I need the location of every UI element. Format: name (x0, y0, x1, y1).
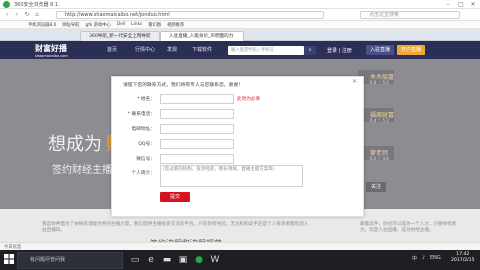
bookmark-item[interactable]: gfk 游戏中心 (86, 22, 111, 28)
url-input[interactable]: http://www.shaomaicaibo.net/jonduo.html (56, 11, 324, 19)
join-live-button[interactable]: 入驻直播 (366, 45, 394, 55)
back-icon[interactable]: ‹ (3, 11, 11, 19)
anchor-stats: 6.4 ♡ 5.2 (370, 118, 389, 123)
nav-discover[interactable]: 发现 (167, 46, 177, 53)
site-search-icon[interactable]: ⌕ (304, 46, 316, 55)
anchor-stats: 6.8 ♡ 5.6 (370, 80, 389, 85)
required-note: 此项为必填 (237, 97, 260, 102)
clock-date: 2017/2/15 (451, 258, 475, 263)
browser-logo-icon (3, 1, 10, 8)
email-label: 电邮地址： (131, 127, 155, 132)
browser-title: 360安全浏览器 8.1 (14, 2, 59, 8)
phone-field[interactable] (160, 109, 234, 119)
taskbar-search-input[interactable]: 有问题尽管问我 (17, 252, 123, 269)
hero-subline: 签约财经主播 (52, 165, 112, 176)
phone-label: * 联系电话： (127, 112, 155, 117)
site-logo[interactable]: 财富好播 shaomaicaibo.com (35, 43, 115, 58)
bookmark-item[interactable]: 视频推荐 (167, 22, 184, 28)
bookmarks-bar: 手机浏览器8.0 网址导航 gfk 游戏中心 Dell Links 看幻图 视频… (0, 21, 480, 29)
forward-icon[interactable]: › (13, 11, 21, 19)
modal-close-icon[interactable]: ✕ (352, 78, 357, 85)
hero-big-text: 想成为 (48, 134, 102, 155)
language-indicator[interactable]: ENG (430, 255, 441, 261)
modal-header: 请留下您的联系方式，我们将有专人与您联系您，谢谢！ (123, 83, 243, 88)
windows-start-icon[interactable] (4, 254, 14, 264)
open-live-button[interactable]: 开户直播 (397, 45, 425, 55)
browser-status-bar: 今日优选 (0, 242, 480, 250)
bookmark-item[interactable]: 网址导航 (62, 22, 79, 28)
edge-icon[interactable]: e (144, 252, 158, 268)
email-field[interactable] (160, 124, 234, 134)
browser-titlebar (0, 0, 480, 9)
refresh-icon[interactable]: ↻ (23, 11, 31, 19)
intro-text-left: 我是财神面为了扶植有潜能优秀的主播力量，我们提供主播投资交流的平台，只有你有经验… (42, 222, 309, 233)
maximize-icon[interactable]: □ (455, 0, 467, 9)
minimize-icon[interactable]: – (442, 0, 454, 9)
bookmark-item[interactable]: Dell (117, 22, 125, 27)
qq-field[interactable] (160, 139, 234, 149)
tab-360-nav[interactable]: 360导航_新一代安全上网导航 (80, 31, 160, 41)
wechat-field[interactable] (160, 154, 234, 164)
nav-market[interactable]: 行情中心 (135, 46, 155, 53)
volume-icon[interactable]: ♪ (422, 255, 425, 261)
site-search-input[interactable]: 输入股票代码 / 手机号 (228, 46, 304, 55)
home-icon[interactable]: ⌂ (33, 11, 41, 19)
bookmark-item[interactable]: 看幻图 (148, 22, 161, 28)
follow-button[interactable]: 关注 (366, 182, 386, 192)
word-icon[interactable]: W (208, 252, 222, 268)
site-logo-text: 财富好播 (35, 44, 67, 53)
store-icon[interactable]: ▣ (176, 252, 190, 268)
name-label: * 姓名： (137, 97, 155, 102)
intro-textarea[interactable]: (您过职的机构，投资经验，擅长领域，直播主题方案等) (160, 165, 303, 187)
anchor-stats: 6.0 ♡ 4.8 (370, 156, 389, 161)
name-field[interactable] (160, 94, 234, 104)
qq-label: QQ号： (138, 142, 155, 147)
tab-join-live[interactable]: 入驻直播_人能身价_声明面的力 (160, 31, 244, 41)
site-logo-sub: shaomaicaibo.com (35, 54, 68, 58)
bookmark-item[interactable]: Links (131, 22, 142, 27)
browser-search-input[interactable]: 点击这里搜索 (360, 11, 460, 19)
ime-indicator[interactable]: 中 (412, 255, 417, 262)
browser-360-icon[interactable]: ● (192, 252, 206, 268)
nav-download[interactable]: 下载软件 (192, 46, 212, 53)
wechat-label: 微信号： (136, 157, 155, 162)
intro-label: 个人简介： (131, 171, 155, 176)
nav-home[interactable]: 首页 (107, 46, 117, 53)
folder-icon[interactable]: ▬ (160, 252, 174, 268)
task-view-icon[interactable]: ▭ (128, 252, 142, 268)
bookmark-item[interactable]: 手机浏览器8.0 (28, 22, 56, 28)
intro-text-right: 跟着高手，你也可以成为一个人才，只要你有能力，欢迎入驻直播，成为财经主播。 (360, 222, 457, 233)
submit-button[interactable]: 提交 (160, 192, 190, 202)
taskbar-clock[interactable]: 17:42 2017/2/15 (451, 252, 475, 264)
login-link[interactable]: 登录 | 注册 (327, 47, 352, 54)
close-window-icon[interactable]: ✕ (467, 0, 479, 9)
